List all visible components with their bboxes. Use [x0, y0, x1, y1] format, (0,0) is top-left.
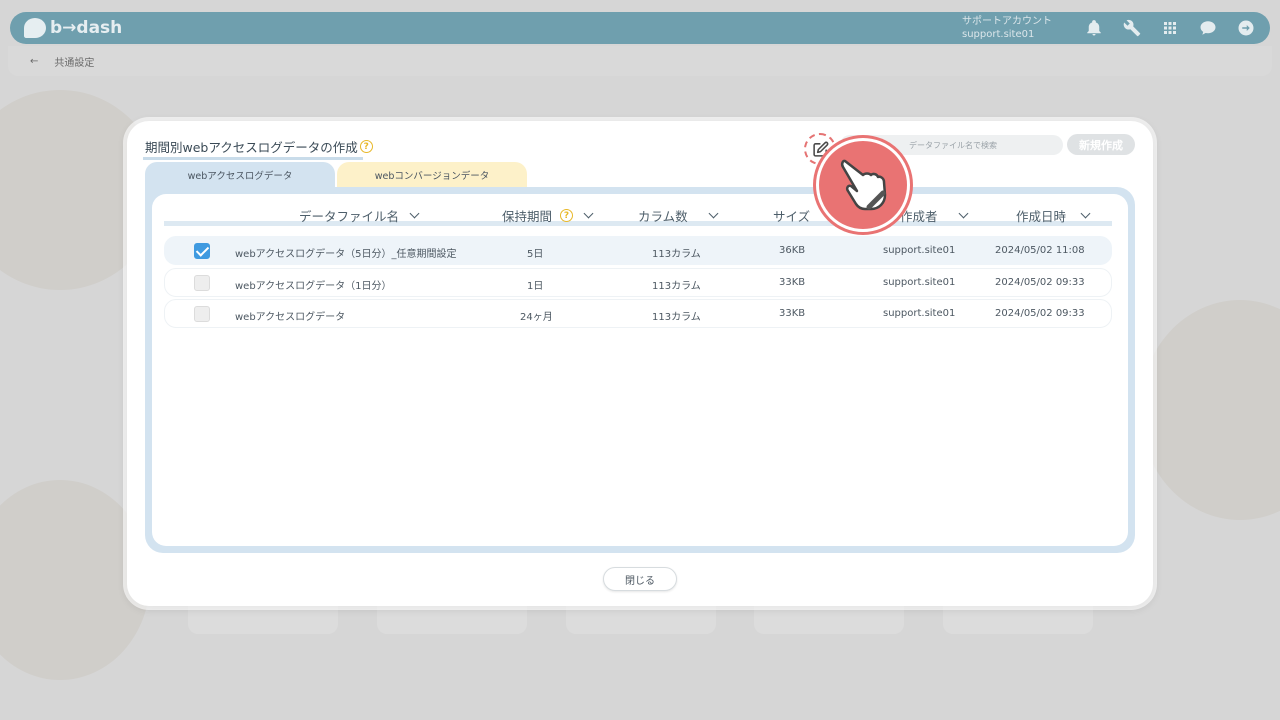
cell-retention: 1日: [527, 281, 544, 292]
background-card: [943, 606, 1093, 634]
cell-created: 2024/05/02 09:33: [995, 308, 1085, 319]
logout-icon[interactable]: [1236, 18, 1256, 38]
background-card: [377, 606, 527, 634]
background-decoration: [1140, 300, 1280, 520]
column-label: 作成日時: [1016, 209, 1067, 224]
close-button[interactable]: 閉じる: [603, 567, 677, 591]
column-header-creator[interactable]: 作成者: [900, 206, 968, 225]
chevron-down-icon: [958, 208, 968, 219]
column-header-size[interactable]: サイズ: [773, 206, 810, 225]
column-label: サイズ: [773, 209, 811, 224]
row-checkbox[interactable]: [194, 306, 210, 322]
column-label: データファイル名: [299, 209, 400, 224]
table-row[interactable]: webアクセスログデータ（1日分） 1日 113カラム 33KB support…: [164, 268, 1112, 297]
column-label: 保持期間: [502, 209, 553, 224]
chat-icon[interactable]: [1198, 18, 1218, 38]
grid-icon[interactable]: [1160, 18, 1180, 38]
cell-created: 2024/05/02 11:08: [995, 245, 1085, 256]
column-header-columns[interactable]: カラム数: [638, 206, 719, 225]
background-card: [754, 606, 904, 634]
cell-retention: 5日: [527, 249, 544, 260]
table-row[interactable]: webアクセスログデータ 24ヶ月 113カラム 33KB support.si…: [164, 299, 1112, 328]
hand-pointer-icon: [840, 159, 887, 211]
logo-icon: [24, 18, 46, 38]
bell-icon[interactable]: [1084, 18, 1104, 38]
column-label: 作成者: [900, 209, 938, 224]
cell-columns: 113カラム: [652, 281, 701, 292]
wrench-icon[interactable]: [1122, 18, 1142, 38]
title-underline: [143, 157, 363, 160]
hand-pointer-indicator: [816, 138, 910, 232]
table-header: データファイル名 保持期間 ? カラム数 サイズ 作成者 作成日時: [164, 200, 1112, 226]
column-label: カラム数: [638, 209, 688, 224]
help-icon[interactable]: ?: [359, 140, 373, 153]
background-card: [188, 606, 338, 634]
cell-creator: support.site01: [883, 308, 956, 319]
cell-filename: webアクセスログデータ: [235, 312, 346, 323]
cell-size: 33KB: [779, 277, 806, 288]
breadcrumb-item[interactable]: 共通設定: [54, 54, 94, 69]
account-title: サポートアカウント: [962, 16, 1052, 27]
column-header-created[interactable]: 作成日時: [1016, 206, 1091, 225]
account-info[interactable]: サポートアカウント support.site01: [962, 15, 1052, 41]
cell-filename: webアクセスログデータ（1日分）: [235, 281, 392, 292]
data-file-modal: 期間別webアクセスログデータの作成 ? 新規作成 webアクセスログデータ w…: [127, 121, 1153, 606]
modal-title: 期間別webアクセスログデータの作成 ?: [143, 137, 373, 160]
tab-web-conversion[interactable]: webコンバージョンデータ: [337, 162, 527, 188]
top-navigation-bar: b→dash サポートアカウント support.site01: [10, 12, 1270, 44]
breadcrumb: ← 共通設定: [8, 46, 1272, 76]
brand-logo[interactable]: b→dash: [24, 18, 122, 38]
cell-columns: 113カラム: [652, 312, 701, 323]
table-panel: データファイル名 保持期間 ? カラム数 サイズ 作成者 作成日時 webアクセ…: [145, 187, 1135, 553]
modal-title-text: 期間別webアクセスログデータの作成: [145, 140, 358, 155]
cell-size: 36KB: [779, 245, 806, 256]
table-container: データファイル名 保持期間 ? カラム数 サイズ 作成者 作成日時 webアクセ…: [152, 194, 1128, 546]
back-arrow-icon[interactable]: ←: [30, 56, 38, 67]
cell-creator: support.site01: [883, 277, 956, 288]
cell-columns: 113カラム: [652, 249, 701, 260]
tab-web-access-log[interactable]: webアクセスログデータ: [145, 162, 335, 188]
cell-created: 2024/05/02 09:33: [995, 277, 1085, 288]
column-header-filename[interactable]: データファイル名: [299, 206, 420, 225]
row-checkbox[interactable]: [194, 243, 210, 259]
new-create-button[interactable]: 新規作成: [1067, 134, 1135, 155]
chevron-down-icon: [583, 208, 594, 219]
cell-creator: support.site01: [883, 245, 956, 256]
chevron-down-icon: [409, 208, 420, 219]
table-row[interactable]: webアクセスログデータ（5日分）_任意期間設定 5日 113カラム 36KB …: [164, 236, 1112, 265]
cell-size: 33KB: [779, 308, 806, 319]
help-icon[interactable]: ?: [560, 209, 574, 222]
brand-name: b→dash: [50, 18, 123, 38]
account-id: support.site01: [962, 29, 1035, 40]
chevron-down-icon: [1080, 208, 1091, 219]
column-header-retention[interactable]: 保持期間 ?: [502, 206, 594, 225]
row-checkbox[interactable]: [194, 275, 210, 291]
background-card: [566, 606, 716, 634]
cell-filename: webアクセスログデータ（5日分）_任意期間設定: [235, 249, 457, 260]
chevron-down-icon: [708, 208, 719, 219]
cell-retention: 24ヶ月: [520, 312, 553, 323]
